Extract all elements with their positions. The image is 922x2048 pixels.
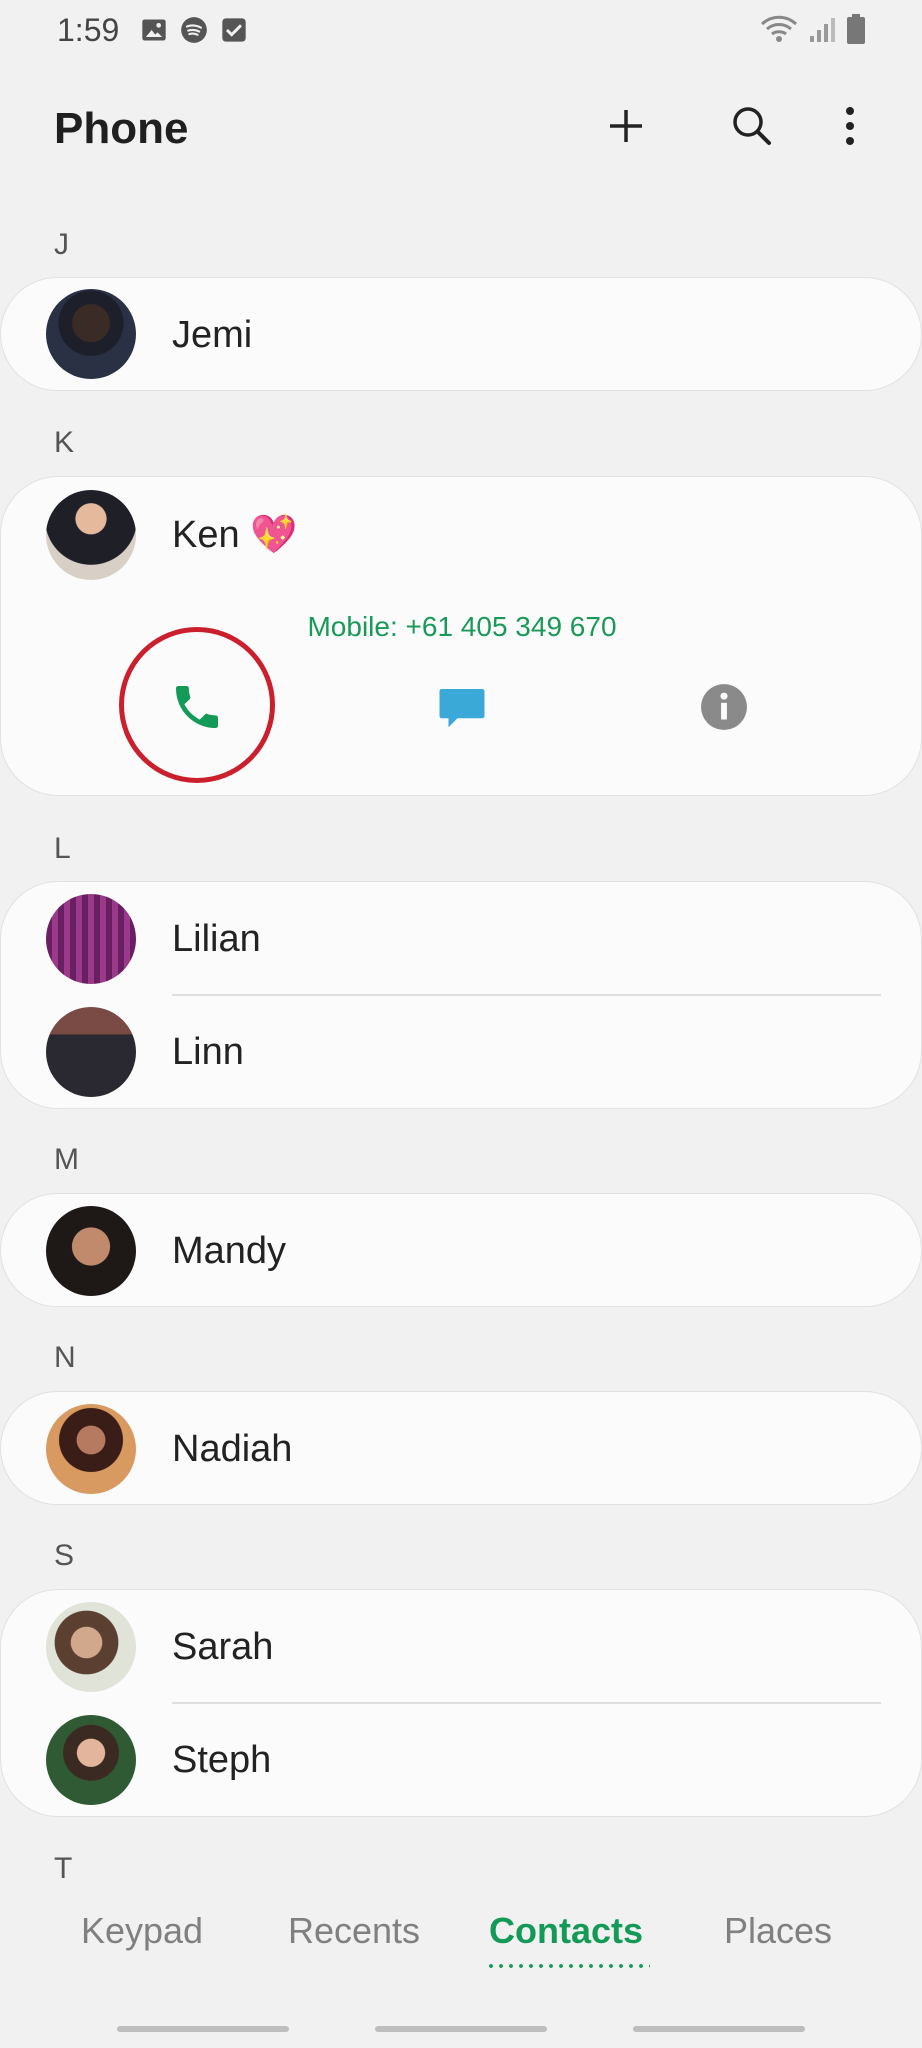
- contact-phone-number: Mobile: +61 405 349 670: [307, 611, 617, 642]
- tab-places[interactable]: Places: [678, 1910, 878, 1952]
- phone-call-icon: [176, 686, 218, 728]
- avatar: [46, 1715, 136, 1805]
- wifi-icon: [760, 15, 798, 42]
- message-icon: [439, 689, 485, 728]
- section-header-s: S: [54, 1539, 75, 1572]
- tab-contacts[interactable]: Contacts: [466, 1910, 666, 1952]
- section-header-m: M: [54, 1143, 79, 1176]
- call-button[interactable]: [147, 657, 247, 757]
- section-header-k: K: [54, 426, 75, 459]
- contact-card-group-s: Sarah Steph: [0, 1589, 922, 1817]
- contact-card-ken: Ken 💖 Mobile: +61 405 349 670: [0, 476, 922, 796]
- info-icon: [701, 684, 747, 730]
- nav-gesture-left[interactable]: [117, 2026, 289, 2032]
- system-icons: [760, 14, 866, 44]
- spotify-icon: [181, 17, 207, 43]
- phone-contacts-screen: 1:59 Phone J Jemi K Ken 💖 Mobile: +61 40…: [0, 0, 922, 2048]
- nav-gesture-right[interactable]: [633, 2026, 805, 2032]
- section-header-l: L: [54, 832, 71, 865]
- page-title: Phone: [54, 104, 189, 153]
- add-icon: [610, 110, 642, 142]
- avatar: [46, 490, 136, 580]
- contact-card-mandy: Mandy: [0, 1193, 922, 1307]
- avatar: [46, 1206, 136, 1296]
- add-contact-button[interactable]: [598, 98, 654, 154]
- signal-icon: [810, 18, 835, 42]
- contact-row[interactable]: Linn: [1, 996, 922, 1108]
- contact-name: Steph: [172, 1739, 272, 1781]
- notification-icons: [140, 16, 248, 44]
- avatar: [46, 1007, 136, 1097]
- battery-icon: [847, 14, 865, 44]
- contact-row[interactable]: Ken 💖: [1, 477, 922, 589]
- message-button[interactable]: [412, 657, 512, 757]
- avatar: [46, 1404, 136, 1494]
- active-tab-indicator: [486, 1964, 650, 1968]
- avatar: [46, 1602, 136, 1692]
- contact-card-jemi: Jemi: [0, 277, 922, 391]
- contact-name: Mandy: [172, 1230, 287, 1272]
- contact-row[interactable]: Mandy: [1, 1194, 922, 1306]
- contact-card-group-l: Lilian Linn: [0, 881, 922, 1109]
- contact-info-button[interactable]: [674, 657, 774, 757]
- search-button[interactable]: [724, 98, 780, 154]
- nav-gesture-home[interactable]: [375, 2026, 547, 2032]
- contact-row[interactable]: Nadiah: [1, 1392, 922, 1504]
- status-time: 1:59: [57, 12, 120, 48]
- contact-row[interactable]: Lilian: [1, 882, 922, 994]
- avatar: [46, 289, 136, 379]
- contact-card-nadiah: Nadiah: [0, 1391, 922, 1505]
- search-icon: [733, 107, 771, 145]
- image-icon: [142, 19, 166, 41]
- contact-row[interactable]: Steph: [1, 1704, 922, 1816]
- bottom-tab-bar: Keypad Recents Contacts Places: [0, 1910, 922, 1980]
- more-vert-icon: [846, 107, 854, 145]
- tab-recents[interactable]: Recents: [254, 1910, 454, 1952]
- contact-name: Sarah: [172, 1626, 274, 1668]
- checkbox-icon: [222, 18, 246, 42]
- section-header-t: T: [54, 1852, 73, 1885]
- contact-name: Ken 💖: [172, 514, 298, 556]
- section-header-n: N: [54, 1341, 76, 1374]
- more-options-button[interactable]: [822, 98, 878, 154]
- avatar: [46, 894, 136, 984]
- status-bar: 1:59: [0, 0, 922, 64]
- contact-name: Jemi: [172, 314, 253, 356]
- section-header-j: J: [54, 228, 69, 261]
- contact-row[interactable]: Sarah: [1, 1590, 922, 1702]
- contact-name: Nadiah: [172, 1428, 293, 1470]
- contact-name: Lilian: [172, 918, 261, 960]
- gesture-nav-bar: [0, 2020, 922, 2040]
- tab-keypad[interactable]: Keypad: [42, 1910, 242, 1952]
- contact-row[interactable]: Jemi: [1, 278, 922, 390]
- contact-name: Linn: [172, 1031, 244, 1073]
